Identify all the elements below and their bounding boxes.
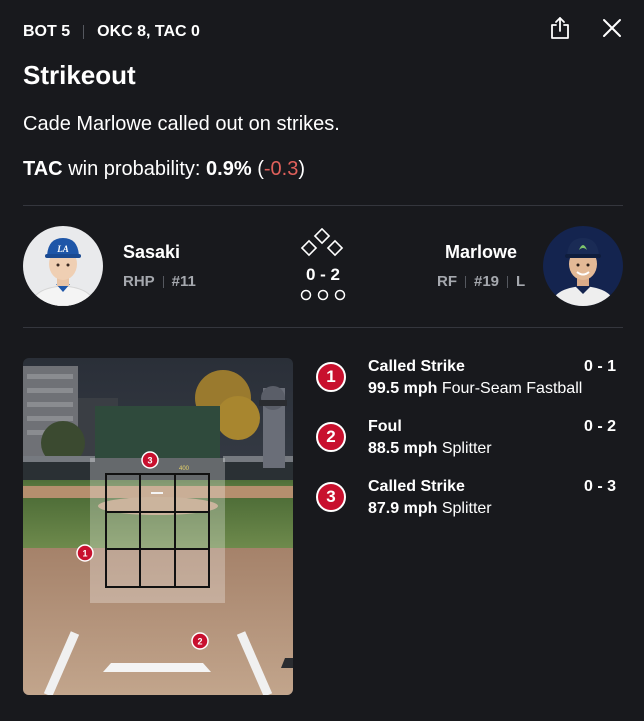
- pitch-speed: 88.5 mph: [368, 440, 438, 457]
- divider-matchup: [23, 327, 623, 328]
- pitch-detail: 87.9 mph Splitter: [368, 500, 492, 518]
- pitch-marker-2-label: 2: [197, 637, 202, 647]
- pitcher-position: RHP: [123, 273, 155, 290]
- play-title: Strikeout: [23, 60, 136, 90]
- batter-bats: L: [516, 273, 526, 290]
- pitch-count: 0 - 2: [583, 418, 616, 435]
- pitch-list-item[interactable]: 1 Called Strike 0 - 1 99.5 mph Four-Seam…: [316, 358, 616, 408]
- batter-number: #19: [474, 273, 500, 290]
- game-header: BOT 5 OKC 8, TAC 0: [23, 17, 624, 44]
- pitch-number-badge: 3: [316, 482, 346, 512]
- pitch-speed: 87.9 mph: [368, 500, 438, 517]
- pitch-number-badge: 1: [316, 362, 346, 392]
- inning-label: BOT 5: [23, 23, 71, 40]
- pitcher-name: Sasaki: [123, 242, 181, 262]
- pitch-speed: 99.5 mph: [368, 380, 438, 397]
- pitcher-number: #11: [171, 273, 196, 290]
- batter-avatar: [543, 226, 623, 306]
- play-description: Cade Marlowe called out on strikes.: [23, 113, 340, 135]
- win-prob-change: -0.3: [263, 158, 299, 180]
- meta-divider: [507, 275, 509, 288]
- pitch-marker-1-label: 1: [82, 549, 87, 559]
- score-label: OKC 8, TAC 0: [97, 23, 200, 40]
- strike-zone-view: 400 1 2 3: [23, 358, 293, 695]
- pitch-type: Four-Seam Fastball: [441, 380, 583, 397]
- win-prob-close-paren: ): [298, 158, 305, 180]
- pitch-result: Called Strike: [368, 478, 465, 495]
- pitch-number-badge: 2: [316, 422, 346, 452]
- pitch-marker-1[interactable]: 1: [76, 544, 94, 562]
- pitch-type: Splitter: [441, 500, 492, 517]
- batter-name: Marlowe: [445, 242, 518, 262]
- distance-label: 400: [179, 466, 190, 472]
- pitcher-meta: RHP #11: [123, 273, 196, 290]
- pitch-detail: 99.5 mph Four-Seam Fastball: [368, 380, 582, 398]
- win-prob-label: win probability:: [68, 158, 201, 180]
- header-divider: [83, 25, 85, 39]
- batter-position: RF: [437, 273, 457, 290]
- pitch-result: Foul: [368, 418, 402, 435]
- win-prob-team: TAC: [23, 158, 63, 180]
- divider-top: [23, 205, 623, 206]
- pitch-marker-3[interactable]: 3: [141, 451, 159, 469]
- meta-divider: [465, 275, 466, 288]
- meta-divider: [162, 275, 164, 288]
- pitch-detail: 88.5 mph Splitter: [368, 440, 492, 458]
- outs-indicator-icon: [300, 289, 346, 301]
- pitch-list-item[interactable]: 3 Called Strike 0 - 3 87.9 mph Splitter: [316, 478, 616, 528]
- batter-meta: RF #19 L: [437, 273, 525, 290]
- win-prob-open-paren: (: [251, 158, 264, 180]
- share-icon[interactable]: [548, 16, 572, 40]
- win-probability: TAC win probability: 0.9% (-0.3): [23, 158, 305, 181]
- bases-diamond-icon: [300, 228, 344, 257]
- pitcher-avatar: LA: [23, 226, 103, 306]
- pitch-count: 0 - 1: [583, 358, 616, 375]
- pitch-count: 0 - 3: [583, 478, 616, 495]
- ball-strike-count: 0 - 2: [305, 265, 341, 284]
- pitch-result: Called Strike: [368, 358, 465, 375]
- pitch-list-item[interactable]: 2 Foul 0 - 2 88.5 mph Splitter: [316, 418, 616, 468]
- pitch-type: Splitter: [441, 440, 492, 457]
- close-icon[interactable]: [600, 16, 624, 40]
- pitch-marker-3-label: 3: [147, 456, 152, 466]
- svg-text:LA: LA: [56, 244, 69, 254]
- pitch-marker-2[interactable]: 2: [191, 632, 209, 650]
- win-prob-value: 0.9%: [206, 158, 252, 180]
